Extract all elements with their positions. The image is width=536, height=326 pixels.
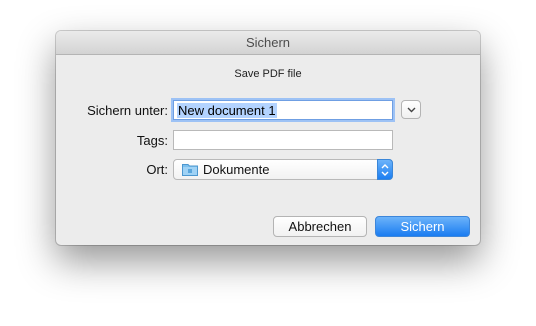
cancel-button[interactable]: Abbrechen [273,216,367,237]
location-popup-stepper[interactable] [377,159,393,180]
chevron-down-icon [407,107,416,113]
save-as-input-value: New document 1 [177,103,277,118]
save-dialog: Sichern Save PDF file Sichern unter: New… [56,31,480,245]
stage: Sichern Save PDF file Sichern unter: New… [0,0,536,326]
tags-input[interactable] [173,130,393,150]
save-button[interactable]: Sichern [375,216,470,237]
save-as-input[interactable]: New document 1 [173,100,393,120]
dialog-titlebar[interactable]: Sichern [56,31,480,55]
tags-label: Tags: [136,133,168,148]
dialog-subtitle: Save PDF file [234,68,302,80]
save-as-label: Sichern unter: [87,103,168,118]
location-popup-value: Dokumente [203,162,270,177]
dialog-title: Sichern [245,35,291,50]
location-popup[interactable]: Dokumente [173,159,393,180]
up-down-arrows-icon [381,164,389,176]
folder-icon [182,164,198,176]
location-label: Ort: [146,162,168,177]
expand-dialog-button[interactable] [401,100,421,119]
